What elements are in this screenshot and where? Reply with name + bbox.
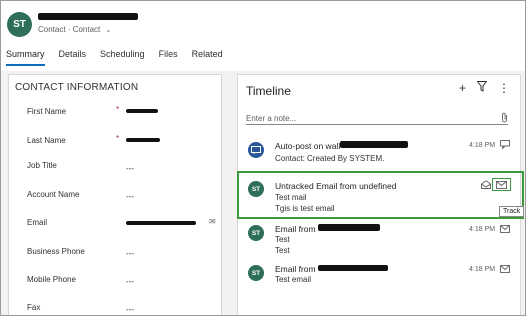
field-first-name[interactable]: First Name * <box>9 99 221 123</box>
record-header: ST Contact · Contact ⌄ Summary Details S… <box>1 1 525 71</box>
timeline-item-subtitle: Test <box>275 235 290 244</box>
redacted-text <box>318 265 388 271</box>
sender-avatar: ST <box>248 225 264 241</box>
field-value-redacted[interactable] <box>126 138 160 142</box>
field-last-name[interactable]: Last Name * <box>9 128 221 152</box>
form-tabs: Summary Details Scheduling Files Related <box>6 49 237 66</box>
timeline-item-title: Auto-post on wall <box>275 141 341 151</box>
track-mail-icon <box>496 180 507 189</box>
redacted-text <box>318 224 380 231</box>
timeline-actions: + ⋮ <box>459 81 510 95</box>
field-label: Business Phone <box>27 247 85 256</box>
field-label: Account Name <box>27 190 80 199</box>
timeline-item-untracked[interactable]: ST Untracked Email from undefined Test m… <box>239 177 519 217</box>
form-selector[interactable]: Contact <box>73 25 101 34</box>
open-mail-icon[interactable] <box>481 180 491 191</box>
note-input[interactable] <box>246 112 508 125</box>
sender-avatar: ST <box>248 265 264 281</box>
tab-scheduling[interactable]: Scheduling <box>100 49 145 66</box>
timeline-item-body: Test <box>275 246 290 255</box>
timeline-item-title: Email from <box>275 224 316 234</box>
contact-avatar: ST <box>7 12 32 37</box>
field-label: Job Title <box>27 161 57 170</box>
tab-details[interactable]: Details <box>59 49 87 66</box>
mail-icon[interactable] <box>500 265 510 275</box>
field-label: Mobile Phone <box>27 275 76 284</box>
timeline-item-time: 4:18 PM <box>469 226 496 233</box>
timeline-item[interactable]: ST Email from Test email 4:18 PM <box>239 262 519 292</box>
chevron-down-icon[interactable]: ⌄ <box>106 27 112 34</box>
field-label: Fax <box>27 303 41 312</box>
timeline-item[interactable]: ST Email from Test Test 4:18 PM <box>239 222 519 256</box>
app-frame: ST Contact · Contact ⌄ Summary Details S… <box>0 0 526 316</box>
timeline-card: Timeline + ⋮ Auto-post on wall Contact: … <box>237 74 521 315</box>
section-title: CONTACT INFORMATION <box>15 82 139 93</box>
field-value[interactable]: --- <box>126 192 134 201</box>
paperclip-icon[interactable] <box>501 112 508 126</box>
field-label: First Name <box>27 107 67 116</box>
tab-summary[interactable]: Summary <box>6 49 45 66</box>
timeline-item-time: 4:18 PM <box>469 142 496 149</box>
field-value-redacted[interactable] <box>126 109 158 113</box>
timeline-item-title: Email from <box>275 264 316 274</box>
tab-related[interactable]: Related <box>192 49 223 66</box>
field-label: Last Name <box>27 136 66 145</box>
field-value[interactable]: --- <box>126 164 134 173</box>
field-fax[interactable]: Fax --- <box>9 300 221 315</box>
send-email-icon[interactable]: ✉ <box>209 217 216 226</box>
field-email[interactable]: Email ✉ <box>9 214 221 238</box>
field-value[interactable]: --- <box>126 249 134 258</box>
track-email-button[interactable] <box>492 178 511 191</box>
timeline-item-subtitle: Contact: Created By SYSTEM. <box>275 154 385 163</box>
timeline-item-subtitle: Test mail <box>275 193 307 202</box>
field-value[interactable]: --- <box>126 305 134 314</box>
field-value-redacted[interactable] <box>126 221 196 225</box>
field-business-phone[interactable]: Business Phone --- <box>9 243 221 267</box>
required-marker: * <box>116 134 120 143</box>
contact-information-card: CONTACT INFORMATION First Name * Last Na… <box>8 74 222 315</box>
entity-form-line[interactable]: Contact · Contact ⌄ <box>38 25 111 34</box>
system-avatar <box>248 142 264 158</box>
more-options-icon[interactable]: ⋮ <box>498 81 510 95</box>
timeline-item-subtitle: Test email <box>275 275 312 284</box>
add-icon[interactable]: + <box>459 81 466 95</box>
field-account-name[interactable]: Account Name --- <box>9 185 221 209</box>
timeline-item[interactable]: Auto-post on wall Contact: Created By SY… <box>239 138 519 168</box>
track-tooltip: Track <box>499 206 525 217</box>
post-icon[interactable] <box>500 140 510 151</box>
timeline-item-time: 4:18 PM <box>469 266 496 273</box>
record-name-redacted <box>38 13 138 20</box>
timeline-item-body: Tgis is test email <box>275 204 335 213</box>
field-job-title[interactable]: Job Title --- <box>9 156 221 180</box>
redacted-text <box>340 141 408 148</box>
filter-icon[interactable] <box>476 81 488 95</box>
field-label: Email <box>27 218 48 227</box>
entity-type: Contact <box>38 25 66 34</box>
timeline-title: Timeline <box>246 84 291 98</box>
sender-avatar: ST <box>248 181 264 197</box>
field-value[interactable]: --- <box>126 277 134 286</box>
tab-files[interactable]: Files <box>159 49 178 66</box>
timeline-item-title: Untracked Email from undefined <box>275 181 397 191</box>
mail-icon[interactable] <box>500 225 510 235</box>
field-mobile-phone[interactable]: Mobile Phone --- <box>9 272 221 296</box>
required-marker: * <box>116 105 120 114</box>
